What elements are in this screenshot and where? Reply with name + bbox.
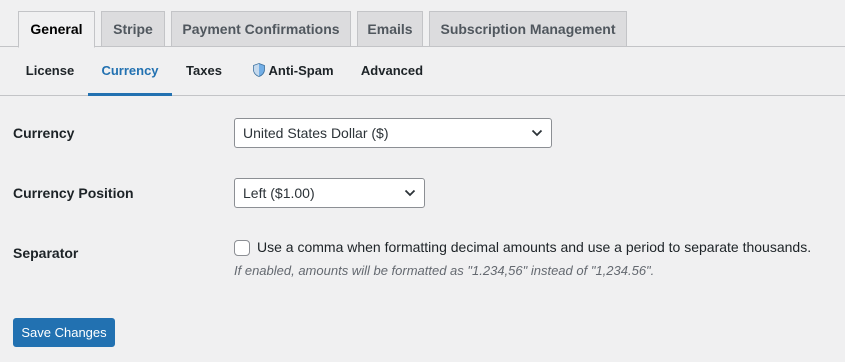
currency-label: Currency xyxy=(13,125,75,141)
currency-position-label: Currency Position xyxy=(13,185,134,201)
currency-select-value: United States Dollar ($) xyxy=(243,125,389,141)
currency-position-select[interactable]: Left ($1.00) xyxy=(234,178,425,208)
separator-checkbox[interactable] xyxy=(234,240,250,256)
tab-emails[interactable]: Emails xyxy=(357,11,423,47)
separator-description: If enabled, amounts will be formatted as… xyxy=(234,263,655,278)
subtab-anti-spam[interactable]: Anti-Spam xyxy=(243,47,343,95)
separator-label: Separator xyxy=(13,245,79,261)
chevron-down-icon xyxy=(531,129,543,137)
subtab-advanced[interactable]: Advanced xyxy=(352,47,432,95)
secondary-tab-bar: License Currency Taxes Anti-Spam Advance… xyxy=(0,47,845,96)
separator-checkbox-label[interactable]: Use a comma when formatting decimal amou… xyxy=(257,239,811,255)
subtab-anti-spam-label: Anti-Spam xyxy=(268,63,334,78)
subtab-taxes[interactable]: Taxes xyxy=(177,47,231,95)
tab-subscription-management[interactable]: Subscription Management xyxy=(429,11,627,47)
chevron-down-icon xyxy=(404,189,416,197)
primary-tab-bar: General Stripe Payment Confirmations Ema… xyxy=(0,0,845,48)
tab-stripe[interactable]: Stripe xyxy=(101,11,165,47)
currency-select[interactable]: United States Dollar ($) xyxy=(234,118,552,148)
tab-general[interactable]: General xyxy=(18,11,95,48)
subtab-currency[interactable]: Currency xyxy=(88,47,172,96)
tab-payment-confirmations[interactable]: Payment Confirmations xyxy=(171,11,351,47)
save-changes-button[interactable]: Save Changes xyxy=(13,318,115,347)
subtab-license[interactable]: License xyxy=(13,47,87,95)
currency-position-select-value: Left ($1.00) xyxy=(243,185,315,201)
shield-icon xyxy=(252,63,265,77)
